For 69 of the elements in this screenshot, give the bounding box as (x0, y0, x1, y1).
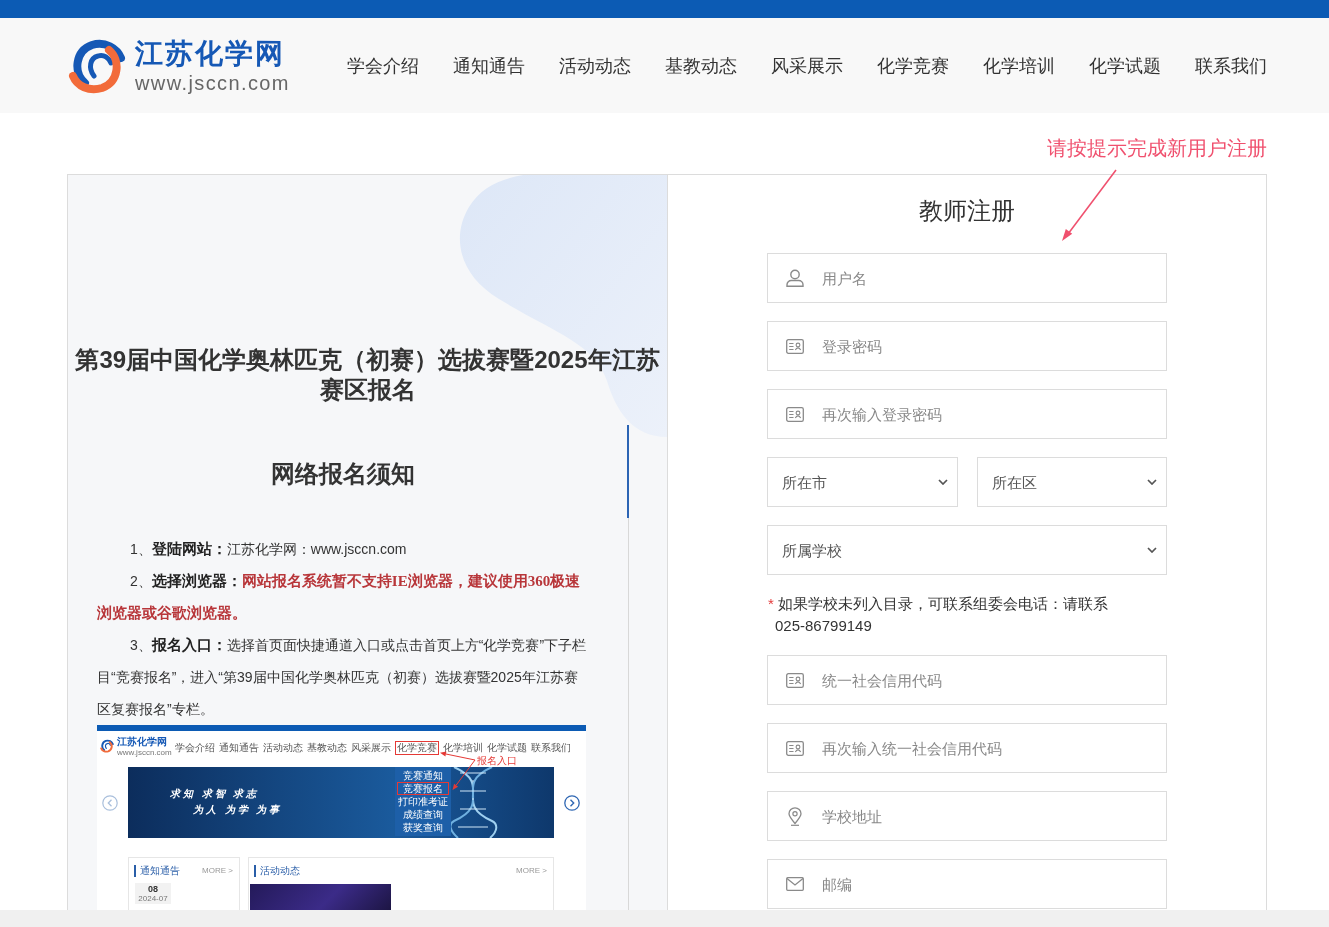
card-title: 活动动态 (254, 865, 300, 877)
chevron-down-icon (1147, 479, 1157, 485)
form-title: 教师注册 (919, 196, 1015, 226)
nav-link[interactable]: 风采展示 (771, 53, 843, 78)
nav-label: 化学培训 (442, 742, 483, 755)
logo-icon (100, 739, 114, 753)
nav-link[interactable]: 化学竞赛 (877, 53, 949, 78)
id-card-icon (786, 672, 804, 688)
dropdown-field[interactable]: 所在区 (976, 457, 1167, 507)
slogan-text: 为人 为学 为事 (193, 803, 282, 817)
site-title[interactable]: 江苏化学网 (135, 37, 290, 70)
id-card-icon (786, 406, 804, 422)
password-field[interactable]: 登录密码 (767, 321, 1167, 371)
site-url: www.jsccn.com (117, 748, 172, 758)
more-label: MORE > (516, 866, 547, 876)
nav-link[interactable]: 化学培训 (983, 53, 1055, 78)
menu-label: 竞赛通知 (402, 769, 444, 782)
user-icon (786, 269, 804, 287)
article-title: 第39届中国化学奥林匹克（初赛）选拔赛暨2025年江苏赛区报名 (74, 345, 661, 405)
nav-link[interactable]: 联系我们 (1195, 53, 1267, 78)
more-label: MORE > (202, 866, 233, 876)
username-field[interactable]: 用户名 (767, 253, 1167, 303)
chevron-right-icon (564, 794, 580, 811)
envelope-icon (786, 877, 804, 891)
help-note: * 如果学校未列入目录，可联系组委会电话：请联系 025-86799149 (767, 594, 1109, 636)
nav-link[interactable]: 通知通告 (453, 53, 525, 78)
nav-link[interactable]: 化学试题 (1089, 53, 1161, 78)
nav-label: 活动动态 (262, 742, 303, 755)
nav-link[interactable]: 学会介绍 (347, 53, 419, 78)
password-field[interactable]: 再次输入登录密码 (767, 389, 1167, 439)
menu-label: 获奖查询 (402, 821, 444, 834)
notice-paragraph: 3、报名入口：选择首页面快捷通道入口或点击首页上方“化学竞赛”下子栏目“竞赛报名”，进入“第39届中国化学奥林匹克（初赛）选拔赛暨2025年江苏赛区复赛报名”专栏。 (97, 636, 588, 719)
credit-code-field[interactable]: 再次输入统一社会信用代码 (767, 723, 1167, 773)
menu-label: 竞赛报名 (397, 782, 449, 795)
chevron-left-icon (102, 794, 118, 811)
nav-link[interactable]: 活动动态 (559, 53, 631, 78)
nav-label: 化学竞赛 (394, 741, 439, 755)
section-heading: 网络报名须知 (270, 459, 416, 489)
address-field[interactable]: 学校地址 (767, 791, 1167, 841)
menu-label: 成绩查询 (402, 808, 444, 821)
chevron-down-icon (1147, 547, 1157, 553)
scrollbar-thumb[interactable] (627, 425, 629, 518)
menu-label: 打印准考证 (397, 795, 449, 808)
chevron-down-icon (937, 479, 948, 485)
nav-link[interactable]: 基教动态 (665, 53, 737, 78)
date-day: 08 (135, 884, 171, 894)
dropdown-field[interactable]: 所属学校 (767, 525, 1167, 575)
nav-label: 基教动态 (306, 742, 347, 755)
nav-label: 风采展示 (350, 742, 391, 755)
slogan-text: 求知 求智 求志 (170, 787, 259, 801)
notice-paragraph: 1、登陆网站：江苏化学网：www.jsccn.com (129, 540, 408, 559)
credit-code-field[interactable]: 统一社会信用代码 (767, 655, 1167, 705)
site-title: 江苏化学网 (117, 736, 168, 748)
nav-label: 通知通告 (218, 742, 259, 755)
dropdown-field[interactable]: 所在市 (767, 457, 958, 507)
nav-label: 学会介绍 (174, 742, 215, 755)
postcode-field[interactable]: 邮编 (767, 859, 1167, 909)
notice-paragraph: 2、选择浏览器：网站报名系统暂不支持IE浏览器，建议使用360极速浏览器或谷歌浏览器。 (97, 572, 582, 623)
site-url: www.jsccn.com (135, 71, 290, 94)
id-card-icon (786, 740, 804, 756)
location-pin-icon (788, 806, 802, 826)
id-card-icon (786, 338, 804, 354)
nav-label: 联系我们 (530, 742, 571, 755)
logo-icon[interactable] (68, 37, 126, 94)
nav-label: 化学试题 (486, 742, 527, 755)
callout-label: 报名入口 (477, 755, 517, 767)
date-month: 2024-07 (137, 894, 169, 903)
card-title: 通知通告 (134, 865, 180, 877)
hint-text: 请按提示完成新用户注册 (1047, 136, 1267, 160)
